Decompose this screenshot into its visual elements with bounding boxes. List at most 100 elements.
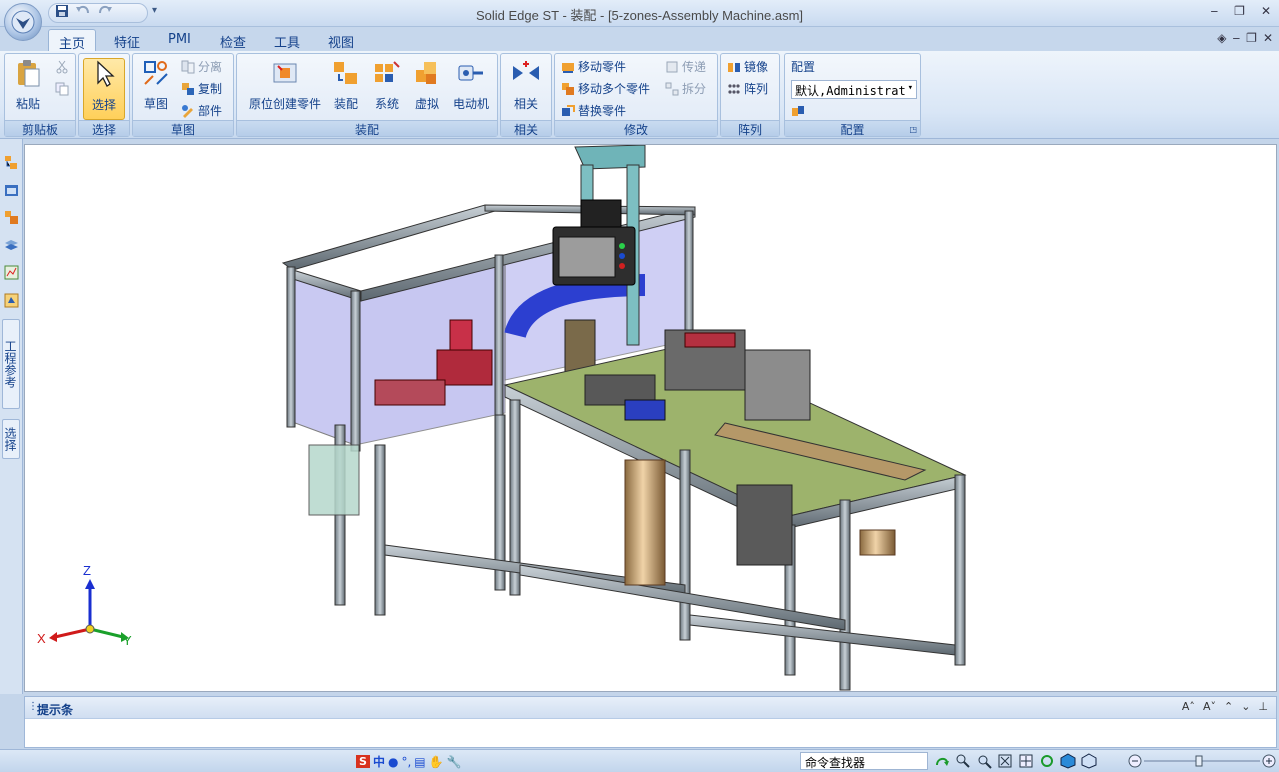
alternate-assemblies-icon[interactable] — [4, 293, 19, 308]
symbol-icon[interactable]: °, — [401, 755, 411, 769]
solid-edge-logo-icon — [11, 10, 35, 34]
group-label-sketch: 草图 — [133, 120, 233, 137]
relate-button[interactable]: 相关 — [507, 58, 545, 112]
tab-tools[interactable]: 工具 — [264, 29, 310, 51]
disperse-button[interactable]: 拆分 — [665, 80, 706, 97]
pathfinder-icon[interactable] — [4, 155, 19, 170]
zoom-area-icon[interactable] — [955, 753, 971, 769]
graphics-window[interactable]: Z X Y — [24, 144, 1277, 692]
scissors-icon — [56, 60, 68, 74]
doc-minimize-icon[interactable]: ‒ — [1233, 31, 1241, 45]
punctuation-icon[interactable]: ● — [388, 755, 398, 769]
move-multiple-icon — [562, 82, 574, 95]
group-label-pattern: 阵列 — [721, 120, 779, 137]
tab-view[interactable]: 视图 — [318, 29, 364, 51]
mirror-button[interactable]: 镜像 — [727, 58, 768, 75]
copy-part-button[interactable]: 复制 — [181, 80, 222, 97]
group-clipboard: 粘贴 剪贴板 — [4, 53, 76, 137]
tab-features[interactable]: 特征 — [104, 29, 150, 51]
shaded-view-icon[interactable] — [1060, 753, 1076, 769]
doc-restore-icon[interactable]: ❐ — [1246, 31, 1257, 45]
system-button[interactable]: 系统 — [369, 58, 405, 112]
assemble-button[interactable]: 装配 — [329, 58, 363, 112]
config-manager-button[interactable] — [791, 104, 805, 118]
move-multiple-label: 移动多个零件 — [578, 82, 651, 96]
sketch-button[interactable]: 草图 — [139, 58, 173, 112]
replace-part-icon — [562, 104, 575, 116]
move-part-button[interactable]: 移动零件 — [561, 58, 626, 75]
command-finder-text: 命令查找器 — [805, 756, 866, 770]
collapse-icon[interactable]: ⌃ — [1224, 700, 1233, 713]
coordinate-triad: Z X Y — [37, 563, 132, 648]
part-label: 部件 — [198, 104, 223, 118]
restore-icon[interactable]: ❐ — [1234, 4, 1245, 18]
transfer-button[interactable]: 传递 — [665, 58, 706, 75]
sogou-ime-icon[interactable]: S — [356, 755, 370, 768]
cut-button[interactable] — [55, 60, 69, 74]
move-part-icon — [562, 62, 574, 73]
create-in-place-button[interactable]: 原位创建零件 — [241, 58, 329, 112]
paste-label: 粘贴 — [15, 97, 40, 111]
assemble-icon — [334, 62, 357, 84]
command-finder-input[interactable]: 命令查找器 — [800, 752, 928, 770]
zoom-icon[interactable] — [976, 753, 992, 769]
feature-library-icon[interactable] — [4, 210, 19, 225]
group-sketch: 草图 分离 复制 部件 草图 — [132, 53, 234, 137]
pan-icon[interactable] — [1018, 753, 1034, 769]
copy-button[interactable] — [55, 82, 69, 96]
fit-icon[interactable] — [997, 753, 1013, 769]
move-multiple-button[interactable]: 移动多个零件 — [561, 80, 650, 97]
copy-part-label: 复制 — [198, 82, 223, 96]
font-increase-icon[interactable]: A˄ — [1182, 700, 1195, 713]
tab-select-tools[interactable]: 选择 — [2, 419, 20, 459]
dialog-launcher-icon[interactable]: ◳ — [909, 125, 917, 134]
config-dropdown[interactable]: 默认,Administrat ▾ — [791, 80, 917, 99]
virtual-button[interactable]: 虚拟 — [409, 58, 445, 112]
pattern-button[interactable]: 阵列 — [727, 80, 768, 97]
pattern-icon — [728, 83, 740, 94]
document-controls: ◈ ‒ ❐ ✕ — [1217, 31, 1273, 45]
rotate-icon[interactable] — [1039, 753, 1055, 769]
group-select: 选择 选择 — [78, 53, 130, 137]
help-icon[interactable]: ◈ — [1217, 31, 1226, 45]
doc-close-icon[interactable]: ✕ — [1263, 31, 1273, 45]
tab-inspect[interactable]: 检查 — [210, 29, 256, 51]
part-button[interactable]: 部件 — [181, 102, 222, 119]
pin-icon[interactable]: ⊥ — [1258, 700, 1268, 713]
skin-icon[interactable]: ✋ — [429, 755, 444, 769]
title-bar: ▾ Solid Edge ST - 装配 - [5-zones-Assembly… — [0, 0, 1279, 27]
system-label: 系统 — [374, 97, 399, 111]
x-axis-label: X — [37, 631, 46, 646]
keyboard-icon[interactable]: ▤ — [414, 755, 425, 769]
run-command-icon[interactable] — [934, 753, 950, 769]
view-orientation-icon[interactable] — [1081, 753, 1097, 769]
paste-button[interactable]: 粘贴 — [11, 58, 45, 112]
expand-icon[interactable]: ⌄ — [1241, 700, 1250, 713]
edgebar: 工程参考 选择 — [0, 139, 23, 694]
application-button[interactable] — [4, 3, 42, 41]
ime-tools-icon[interactable]: 🔧 — [447, 755, 462, 769]
replace-part-button[interactable]: 替换零件 — [561, 102, 626, 119]
tab-engineering-reference[interactable]: 工程参考 — [2, 319, 20, 409]
split-label: 分离 — [198, 60, 223, 74]
tab-pmi[interactable]: PMI — [158, 29, 201, 51]
tab-home[interactable]: 主页 — [48, 29, 97, 52]
split-button[interactable]: 分离 — [181, 58, 222, 75]
tab-engineering-label: 工程参考 — [3, 340, 17, 388]
motor-button[interactable]: 电动机 — [449, 58, 493, 112]
system-icon — [375, 61, 400, 82]
zoom-slider[interactable] — [1128, 753, 1276, 769]
select-button[interactable]: 选择 — [83, 58, 125, 120]
prompt-bar-header: ⋮ 提示条 A˄ A˅ ⌃ ⌄ ⊥ — [25, 697, 1276, 719]
parts-library-icon[interactable] — [4, 183, 19, 198]
ime-mode-toggle[interactable]: 中 — [373, 753, 385, 770]
group-label-modify: 修改 — [555, 120, 717, 137]
font-decrease-icon[interactable]: A˅ — [1203, 700, 1216, 713]
sensors-icon[interactable] — [4, 265, 19, 280]
prompt-bar-title: 提示条 — [37, 703, 74, 717]
copy-icon — [55, 82, 69, 96]
zoom-slider-thumb[interactable] — [1195, 755, 1203, 767]
minimize-icon[interactable]: ‒ — [1211, 4, 1219, 18]
layers-icon[interactable] — [4, 237, 19, 252]
close-icon[interactable]: ✕ — [1261, 4, 1271, 18]
